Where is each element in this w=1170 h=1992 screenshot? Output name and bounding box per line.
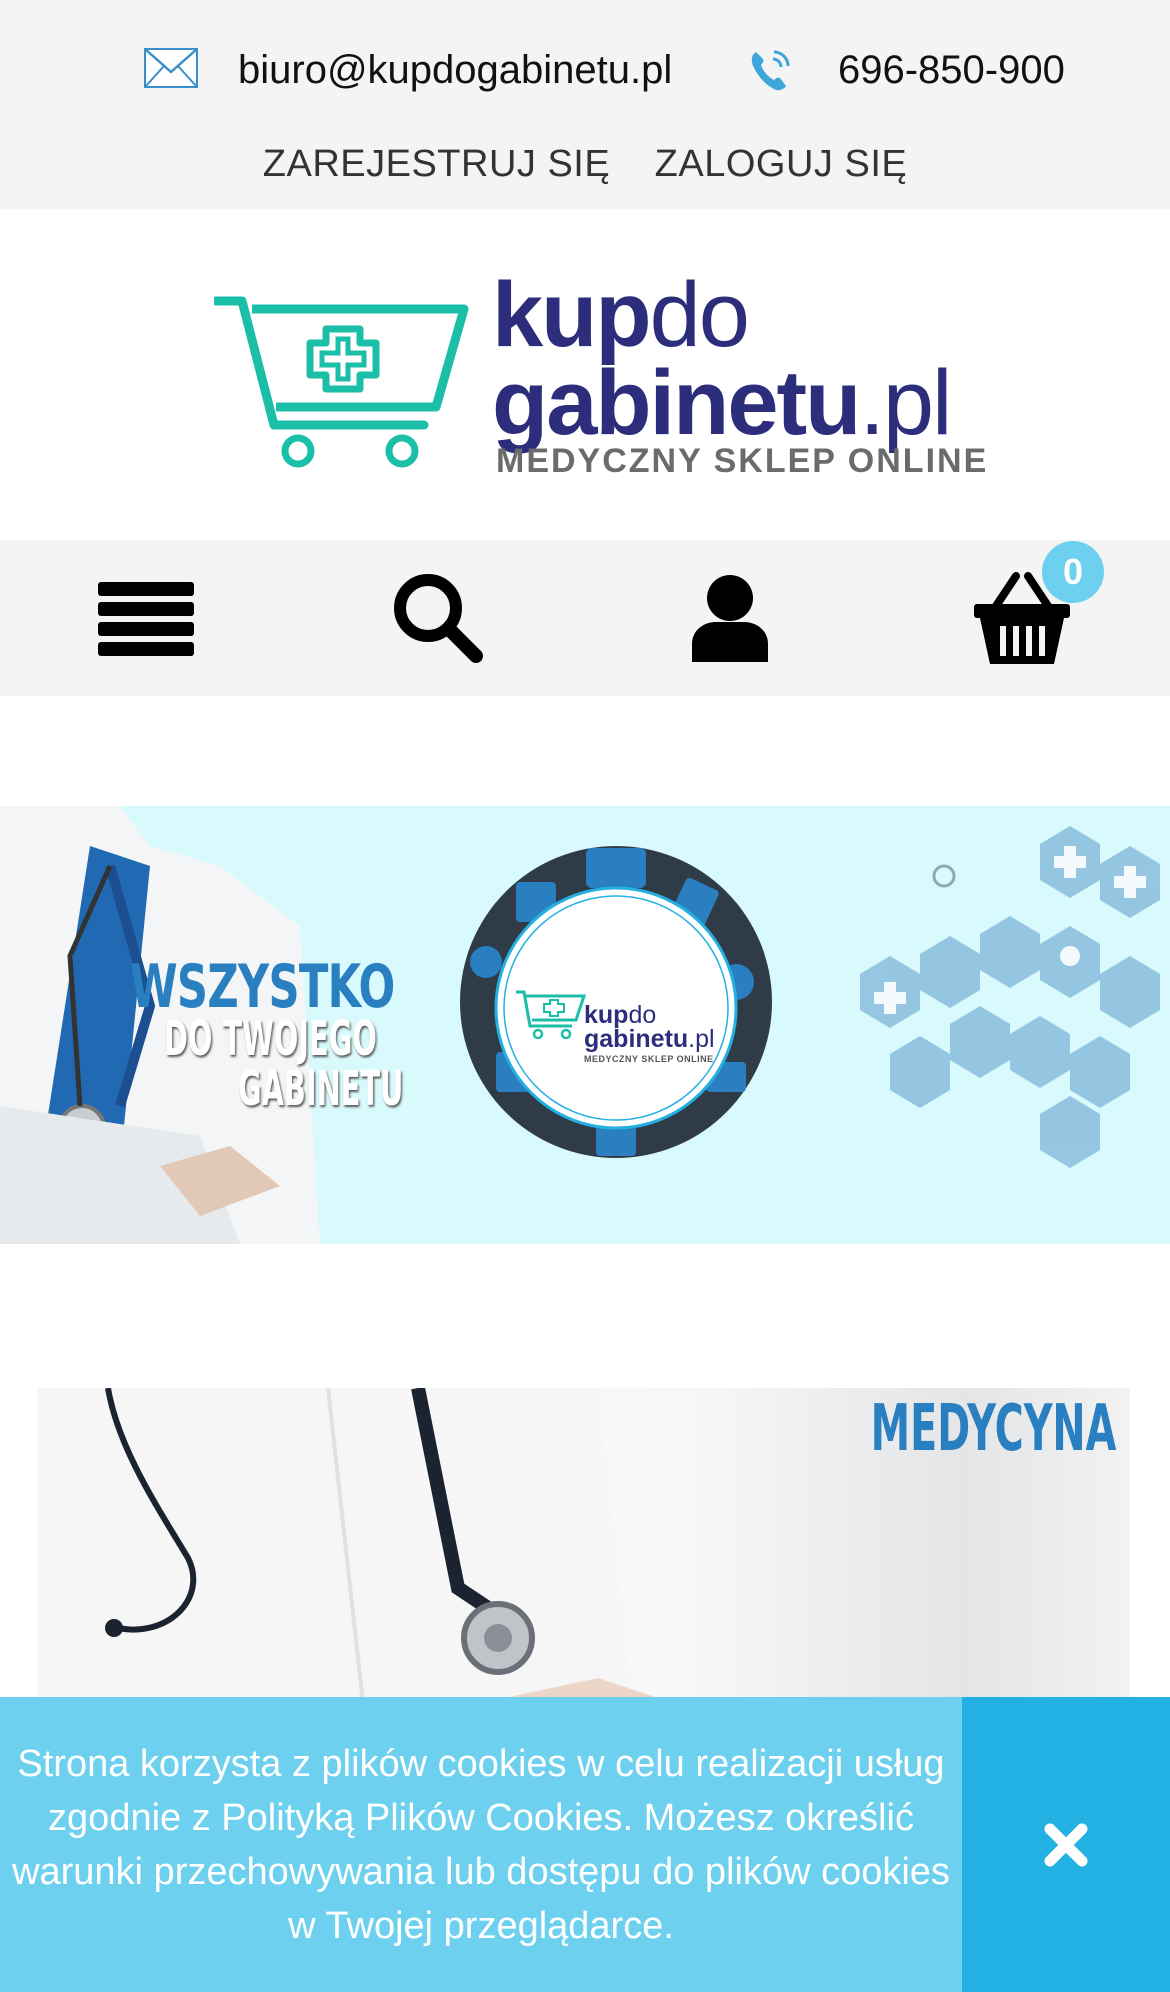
hero-circle-logo-tagline: MEDYCZNY SKLEP ONLINE: [584, 1054, 714, 1064]
cookie-notice: Strona korzysta z plików cookies w celu …: [0, 1697, 1170, 1992]
hero-banner[interactable]: WSZYSTKO DO TWOJEGO GABINETU kupdo gabin…: [0, 806, 1170, 1244]
user-icon: [692, 575, 768, 662]
phone-link[interactable]: 696-850-900: [838, 40, 1065, 100]
search-icon: [394, 574, 483, 663]
cookie-text: Strona korzysta z plików cookies w celu …: [12, 1743, 950, 1947]
site-logo[interactable]: kupdo gabinetu.pl MEDYCZNY SKLEP ONLINE: [0, 209, 1170, 540]
hero-circle-logo-word-bottom: gabinetu.pl: [584, 1025, 715, 1053]
menu-button[interactable]: [0, 540, 292, 696]
email-link[interactable]: biuro@kupdogabinetu.pl: [238, 40, 672, 100]
top-contact-bar: biuro@kupdogabinetu.pl 696-850-900 ZAREJ…: [0, 0, 1170, 209]
register-link[interactable]: ZAREJESTRUJ SIĘ: [263, 136, 610, 192]
account-button[interactable]: [584, 540, 876, 696]
logo-word-bottom: gabinetu.pl: [492, 352, 953, 454]
auth-links: ZAREJESTRUJ SIĘ ZALOGUJ SIĘ: [0, 136, 1170, 192]
hero-subline-1: DO TWOJEGO: [164, 1011, 377, 1067]
icon-nav-bar: [0, 540, 1170, 696]
contact-row: biuro@kupdogabinetu.pl 696-850-900: [0, 40, 1170, 100]
category-banner-medycyna[interactable]: MEDYCYNA: [38, 1388, 1130, 1748]
banner-title: MEDYCYNA: [870, 1392, 1116, 1466]
logo-tagline: MEDYCZNY SKLEP ONLINE: [496, 442, 989, 480]
login-link[interactable]: ZALOGUJ SIĘ: [655, 136, 908, 192]
cookie-close-button[interactable]: [962, 1697, 1170, 1992]
medical-hexagons-image: [860, 826, 1160, 1168]
hero-subline-2: GABINETU: [238, 1061, 404, 1117]
close-icon: [1044, 1823, 1088, 1866]
cart-cross-logo-icon: [214, 296, 469, 468]
phone-icon: [751, 50, 790, 91]
envelope-icon: [144, 48, 198, 88]
logo-word-top: kupdo: [492, 264, 750, 366]
cart-button[interactable]: [876, 540, 1168, 696]
cart-count-badge: 0: [1042, 541, 1104, 603]
hamburger-menu-icon: [98, 582, 194, 656]
doctor-stethoscope-image: [38, 1388, 658, 1748]
search-button[interactable]: [292, 540, 584, 696]
